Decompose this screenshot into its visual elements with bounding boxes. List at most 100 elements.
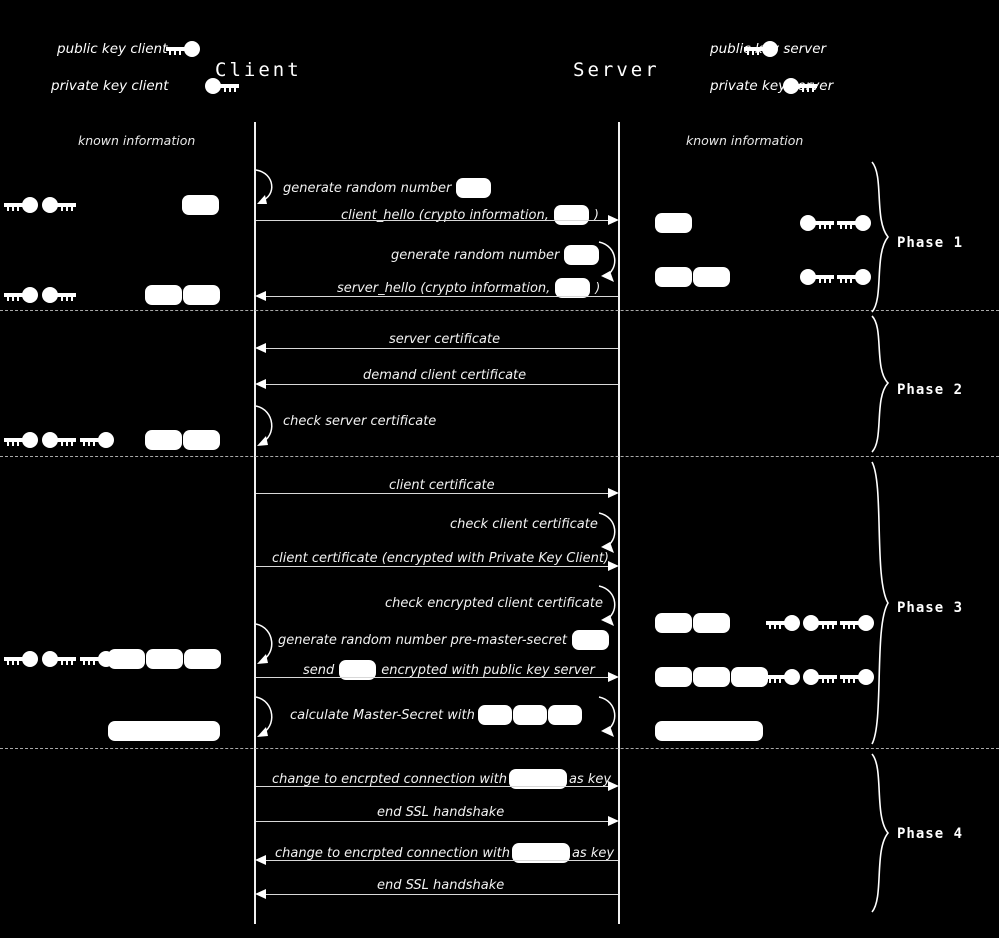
arrowhead-icon [608, 488, 619, 498]
message-label: server certificate [389, 332, 500, 347]
phase-separator-3 [0, 748, 999, 749]
known-information-header-client: known information [78, 133, 196, 148]
phase-brace-2 [871, 315, 890, 453]
page-title-server: Server [573, 59, 660, 81]
self-loop-arrow [255, 405, 273, 446]
public-key-client-icon [766, 666, 800, 688]
legend-label-private-key-server: private key server [710, 78, 834, 94]
message-text: change to encrpted connection with [275, 845, 510, 861]
client-state-secret-boxes [108, 649, 221, 669]
message-label: check client certificate [450, 517, 598, 532]
secret-box [184, 649, 221, 669]
public-key-client-icon [4, 284, 38, 306]
secret-box [145, 430, 182, 450]
secret-box [693, 267, 730, 287]
client-state-keys [4, 284, 76, 306]
public-key-server-icon [837, 212, 871, 234]
message-text: server_hello (crypto information, [337, 280, 551, 296]
secret-box [108, 649, 145, 669]
legend-label-private-key-client: private key client [51, 78, 169, 94]
secret-box [456, 178, 492, 198]
public-key-server-icon [837, 266, 871, 288]
message-text: end SSL handshake [377, 805, 505, 820]
phase-label-3: Phase 3 [897, 600, 964, 616]
public-key-client-icon [4, 648, 38, 670]
client-state-secret-boxes [145, 430, 220, 450]
secret-box [547, 705, 582, 725]
message-arrow-client-to-server [256, 566, 613, 567]
message-label: check encrypted client certificate [385, 596, 603, 611]
phase-label-2: Phase 2 [897, 382, 964, 398]
client-state-master-secret-box [108, 721, 220, 741]
client-state-secret-boxes [182, 195, 219, 215]
self-loop-arrow [255, 169, 273, 204]
message-label: generate random number pre-master-secret [278, 630, 609, 650]
secret-box [693, 667, 730, 687]
self-loop-arrow [598, 512, 616, 553]
message-label: server_hello (crypto information, ) [337, 278, 600, 298]
server-state-secret-boxes [655, 613, 730, 633]
message-arrow-server-to-client [262, 860, 618, 861]
public-key-server-icon [80, 429, 114, 451]
message-text-suffix: as key [571, 845, 615, 861]
message-label: check server certificate [283, 414, 436, 429]
message-arrow-client-to-server [256, 677, 613, 678]
secret-box [182, 195, 219, 215]
known-information-header-server: known information [686, 133, 804, 148]
secret-box [655, 613, 692, 633]
arrowhead-icon [255, 855, 266, 865]
server-state-secret-boxes [655, 667, 768, 687]
public-key-icon [166, 38, 200, 60]
client-state-secret-boxes [145, 285, 220, 305]
message-label: end SSL handshake [377, 878, 504, 893]
arrowhead-icon [255, 343, 266, 353]
message-text: check client certificate [450, 517, 598, 532]
secret-box [183, 285, 220, 305]
arrowhead-icon [255, 379, 266, 389]
private-key-client-icon [42, 284, 76, 306]
private-key-server-icon [803, 612, 837, 634]
secret-box [731, 667, 768, 687]
server-state-secret-boxes [655, 267, 730, 287]
secret-box [655, 667, 692, 687]
message-text: client certificate (encrypted with Priva… [272, 551, 609, 566]
server-state-keys [766, 666, 874, 688]
secret-box [553, 205, 589, 225]
arrowhead-icon [255, 291, 266, 301]
message-text-suffix: ) [595, 280, 601, 296]
server-state-keys [800, 266, 871, 288]
message-text: check server certificate [283, 414, 437, 429]
message-text: end SSL handshake [377, 878, 505, 893]
message-label: end SSL handshake [377, 805, 504, 820]
message-text: server certificate [389, 332, 501, 347]
secret-box [477, 705, 512, 725]
master-secret-box [655, 721, 763, 741]
secret-box [655, 213, 692, 233]
message-text: calculate Master-Secret with [290, 707, 475, 723]
private-key-server-icon [803, 666, 837, 688]
master-secret-box [108, 721, 220, 741]
public-key-client-icon [766, 612, 800, 634]
message-label: demand client certificate [363, 368, 526, 383]
message-text: generate random number [391, 247, 560, 263]
private-key-client-icon [42, 194, 76, 216]
message-arrow-server-to-client [262, 894, 618, 895]
message-label: client certificate [389, 478, 495, 493]
arrowhead-icon [608, 816, 619, 826]
public-key-client-icon [4, 429, 38, 451]
message-text-suffix: as key [568, 771, 612, 787]
ssl-handshake-diagram: public key client private key client pub… [0, 0, 999, 938]
client-lifeline [254, 122, 256, 924]
self-loop-arrow [598, 696, 616, 737]
secret-box [512, 705, 547, 725]
message-text: check encrypted client certificate [385, 596, 603, 611]
self-loop-arrow [255, 696, 273, 737]
phase-separator-1 [0, 310, 999, 311]
legend-label-public-key-client: public key client [57, 41, 168, 57]
arrowhead-icon [608, 672, 619, 682]
private-key-client-icon [42, 648, 76, 670]
message-arrow-server-to-client [262, 384, 618, 385]
phase-brace-3 [871, 461, 889, 745]
message-text-suffix: encrypted with public key server [381, 662, 595, 678]
server-state-secret-boxes [655, 213, 692, 233]
